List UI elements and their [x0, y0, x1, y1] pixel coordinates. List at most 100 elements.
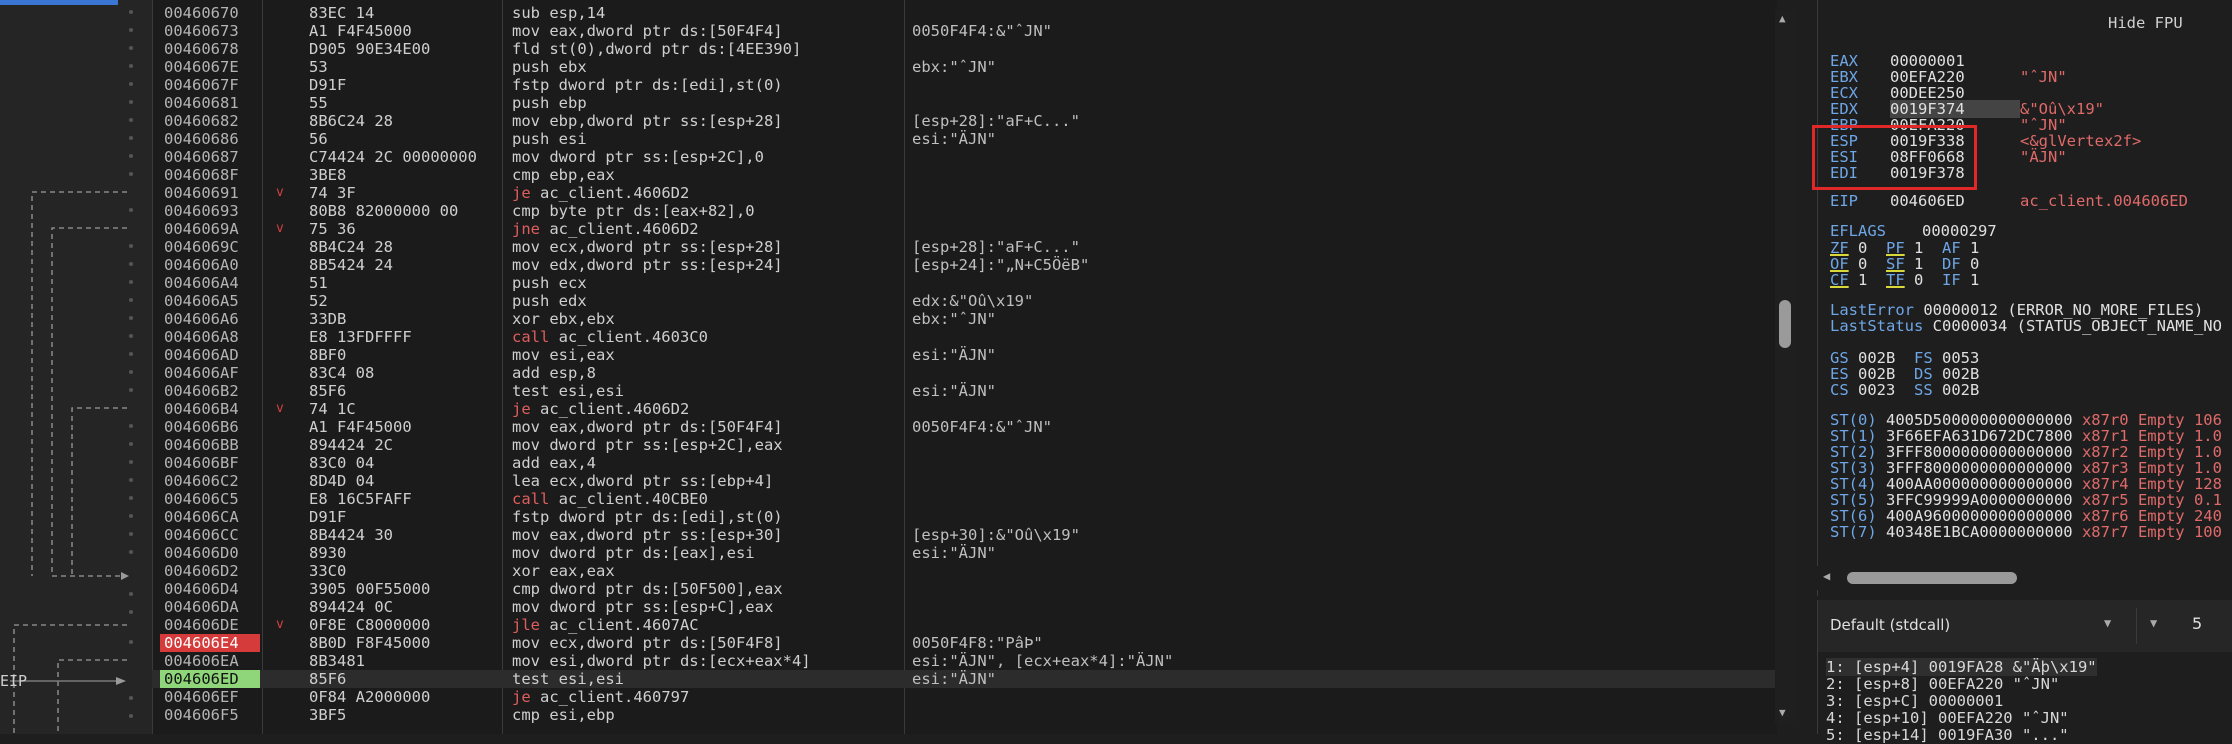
instruction-address: 004606A8 [164, 328, 239, 346]
disasm-row[interactable]: 0046067E 53 push ebx ebx:"ˆJN" [152, 58, 1777, 76]
disasm-row[interactable]: 004606CC 8B4424 30 mov eax,dword ptr ss:[e… [152, 526, 1777, 544]
argument-count-value[interactable]: 5 [2192, 614, 2202, 633]
disasm-row[interactable]: 004606F5 3BF5 cmp esi,ebp [152, 706, 1777, 724]
disasm-row[interactable]: 004606ED 85F6 test esi,esi esi:"ÄJN" [152, 670, 1777, 688]
disasm-row[interactable]: 00460693 80B8 82000000 00 cmp byte ptr ds:… [152, 202, 1777, 220]
disasm-row[interactable]: 004606DA 894424 0C mov dword ptr ss:[esp+C… [152, 598, 1777, 616]
instruction-text: call ac_client.40CBE0 [512, 490, 708, 508]
disasm-row[interactable]: 004606D2 33C0 xor eax,eax [152, 562, 1777, 580]
instruction-text: mov eax,dword ptr ds:[50F4F4] [512, 22, 783, 40]
disasm-row[interactable]: 004606E4 8B0D F8F45000 mov ecx,dword ptr d… [152, 634, 1777, 652]
hscrollbar-thumb[interactable] [1847, 572, 2017, 584]
disasm-row[interactable]: 004606AF 83C4 08 add esp,8 [152, 364, 1777, 382]
disasm-row[interactable]: 004606EF 0F84 A2000000 je ac_client.460797 [152, 688, 1777, 706]
instruction-operands: ac_client.4606D2 [540, 220, 699, 238]
disasm-row[interactable]: 004606D4 3905 00F55000 cmp dword ptr ds:[5… [152, 580, 1777, 598]
instruction-bytes: 33C0 [309, 562, 347, 580]
stack-arg-row[interactable]: 2: [esp+8] 00EFA220 "ˆJN" [1826, 675, 2059, 693]
segment-value[interactable]: 002B [1942, 381, 1998, 399]
scroll-left-icon[interactable]: ◀ [1823, 569, 1830, 583]
instruction-mnemonic: call [512, 328, 550, 346]
fpu-register-value[interactable]: 40348E1BCA0000000000 [1886, 523, 2082, 541]
disasm-row[interactable]: 004606C2 8D4D 04 lea ecx,dword ptr ss:[ebp… [152, 472, 1777, 490]
disasm-row[interactable]: 0046068F 3BE8 cmp ebp,eax [152, 166, 1777, 184]
instruction-mnemonic: push [512, 274, 550, 292]
chevron-down-icon[interactable]: ▼ [2104, 616, 2111, 630]
disasm-row[interactable]: 004606A4 51 push ecx [152, 274, 1777, 292]
scrollbar-thumb[interactable] [1779, 300, 1791, 348]
eflags-value[interactable]: 00000297 [1922, 222, 1997, 240]
disasm-row[interactable]: 00460673 A1 F4F45000 mov eax,dword ptr ds:… [152, 22, 1777, 40]
disasm-row[interactable]: 004606CA D91F fstp dword ptr ds:[edi],st(0… [152, 508, 1777, 526]
disasm-row[interactable]: 00460691 v 74 3F je ac_client.4606D2 [152, 184, 1777, 202]
disasm-row[interactable]: 004606B6 A1 F4F45000 mov eax,dword ptr ds:… [152, 418, 1777, 436]
disasm-row[interactable]: 004606D0 8930 mov dword ptr ds:[eax],esi es… [152, 544, 1777, 562]
disasm-row[interactable]: 00460678 D905 90E34E00 fld st(0),dword ptr… [152, 40, 1777, 58]
disasm-row[interactable]: 004606B2 85F6 test esi,esi esi:"ÄJN" [152, 382, 1777, 400]
flag-name: CF [1830, 271, 1849, 289]
disasm-row[interactable]: 00460681 55 push ebp [152, 94, 1777, 112]
stack-arg-row[interactable]: 1: [esp+4] 0019FA28 &"Äþ\x19" [1826, 658, 2097, 676]
disasm-row[interactable]: 004606AD 8BF0 mov esi,eax esi:"ÄJN" [152, 346, 1777, 364]
instruction-address: 004606D0 [164, 544, 239, 562]
disassembly-scrollbar[interactable]: ▲ ▼ [1775, 10, 1795, 724]
instruction-address: 004606F5 [164, 706, 239, 724]
registers-hscrollbar[interactable]: ◀ [1817, 566, 2232, 590]
disasm-row[interactable]: 004606C5 E8 16C5FAFF call ac_client.40CBE0 [152, 490, 1777, 508]
scroll-down-icon[interactable]: ▼ [1779, 706, 1786, 719]
instruction-address: 0046069C [164, 238, 239, 256]
disasm-row[interactable]: 00460687 C74424 2C 00000000 mov dword ptr … [152, 148, 1777, 166]
instruction-operands: esi,eax [540, 346, 615, 364]
instruction-bytes: D91F [309, 508, 347, 526]
instruction-bytes: A1 F4F45000 [309, 418, 412, 436]
stack-arg-row[interactable]: 5: [esp+14] 0019FA30 "..." [1826, 726, 2069, 744]
stack-arg-row[interactable]: 3: [esp+C] 00000001 [1826, 692, 2003, 710]
instruction-bytes: 75 36 [309, 220, 356, 238]
calling-convention-select[interactable]: Default (stdcall) [1830, 616, 1950, 634]
flag-value[interactable]: 0 [1905, 271, 1942, 289]
disasm-row[interactable]: 00460682 8B6C24 28 mov ebp,dword ptr ss:[e… [152, 112, 1777, 130]
disasm-row[interactable]: 00460670 83EC 14 sub esp,14 [152, 4, 1777, 22]
disasm-row[interactable]: 004606DE v 0F8E C8000000 jle ac_client.4607… [152, 616, 1777, 634]
disasm-row[interactable]: 004606B4 v 74 1C je ac_client.4606D2 [152, 400, 1777, 418]
flag-value[interactable]: 1 [1961, 271, 1998, 289]
instruction-text: je ac_client.460797 [512, 688, 689, 706]
instruction-operands: ecx [549, 274, 587, 292]
chevron-down-icon[interactable]: ▼ [2150, 616, 2157, 630]
instruction-address: 004606DE [164, 616, 239, 634]
disasm-row[interactable]: 004606A6 33DB xor ebx,ebx ebx:"ˆJN" [152, 310, 1777, 328]
disasm-row[interactable]: 004606A0 8B5424 24 mov edx,dword ptr ss:[e… [152, 256, 1777, 274]
disassembly-view[interactable]: 00460670 83EC 14 sub esp,14 00460673 A1 F4F4… [152, 0, 1777, 734]
instruction-mnemonic: cmp [512, 706, 540, 724]
fpu-row[interactable]: ST(7) 40348E1BCA0000000000 x87r7 Empty 1… [1830, 523, 2222, 541]
instruction-mnemonic: mov [512, 526, 540, 544]
instruction-mnemonic: je [512, 400, 531, 418]
instruction-text: push ebx [512, 58, 587, 76]
hide-fpu-button[interactable]: Hide FPU [2108, 14, 2183, 32]
instruction-comment: ebx:"ˆJN" [912, 58, 996, 76]
disasm-row[interactable]: 0046069C 8B4C24 28 mov ecx,dword ptr ss:[e… [152, 238, 1777, 256]
segment-value[interactable]: 0023 [1858, 381, 1914, 399]
instruction-operands: ac_client.4603C0 [549, 328, 708, 346]
scroll-up-icon[interactable]: ▲ [1779, 12, 1786, 25]
instruction-address: 0046068F [164, 166, 239, 184]
register-value[interactable]: 004606ED [1890, 192, 2020, 210]
disasm-row[interactable]: 004606BB 894424 2C mov dword ptr ss:[esp+2… [152, 436, 1777, 454]
flag-value[interactable]: 1 [1849, 271, 1886, 289]
disasm-row[interactable]: 00460686 56 push esi esi:"ÄJN" [152, 130, 1777, 148]
stack-arg-row[interactable]: 4: [esp+10] 00EFA220 "ˆJN" [1826, 709, 2069, 727]
instruction-address: 004606A6 [164, 310, 239, 328]
disasm-row[interactable]: 004606EA 8B3481 mov esi,dword ptr ds:[ecx+… [152, 652, 1777, 670]
instruction-mnemonic: cmp [512, 202, 540, 220]
call-stack-args-panel: Default (stdcall) ▼ ▼ 5 1: [esp+4] 0019F… [1817, 600, 2232, 744]
disasm-row[interactable]: 0046069A v 75 36 jne ac_client.4606D2 [152, 220, 1777, 238]
disasm-row[interactable]: 004606BF 83C0 04 add eax,4 [152, 454, 1777, 472]
disasm-row[interactable]: 004606A8 E8 13FDFFFF call ac_client.4603C0 [152, 328, 1777, 346]
disasm-row[interactable]: 0046067F D91F fstp dword ptr ds:[edi],st(0… [152, 76, 1777, 94]
instruction-mnemonic: push [512, 292, 550, 310]
register-row[interactable]: EIP 004606ED ac_client.004606ED [1830, 192, 2188, 210]
instruction-address: 00460678 [164, 40, 239, 58]
eflags-row[interactable]: EFLAGS 00000297 [1830, 222, 1997, 240]
disasm-row[interactable]: 004606A5 52 push edx edx:&"Oû\x19" [152, 292, 1777, 310]
instruction-mnemonic: cmp [512, 166, 540, 184]
